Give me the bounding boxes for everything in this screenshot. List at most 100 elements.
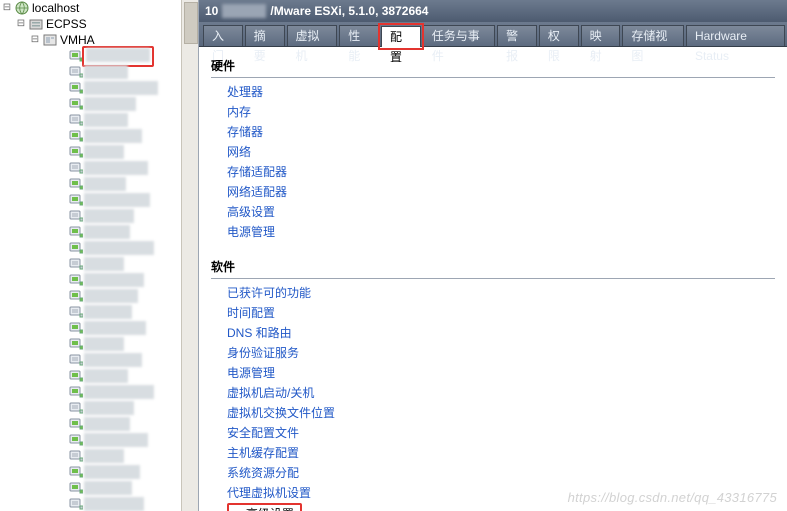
config-link[interactable]: 虚拟机交换文件位置 [227,403,775,423]
host-icon [42,33,58,47]
tree-vm-item[interactable] [68,48,182,64]
config-link[interactable]: 虚拟机启动/关机 [227,383,775,403]
tab-summary[interactable]: 摘要 [245,25,285,46]
tab-config[interactable]: 配置 [381,26,421,47]
config-link[interactable]: 网络适配器 [227,182,775,202]
tree-collapse-icon[interactable]: ⊟ [28,32,42,48]
datacenter-icon [28,17,44,31]
software-link-list: 已获许可的功能时间配置DNS 和路由身份验证服务电源管理虚拟机启动/关机虚拟机交… [211,283,775,511]
config-link[interactable]: 代理虚拟机设置 [227,483,775,503]
tree-vm-item[interactable] [68,304,182,320]
tree-vm-item[interactable] [68,432,182,448]
tree-vm-item[interactable] [68,96,182,112]
tree-vm-label-blurred [84,433,148,447]
tree-vm-item[interactable] [68,336,182,352]
tree-vm-label-blurred [84,417,130,431]
tab-alarms[interactable]: 警报 [497,25,537,46]
title-blurred-segment [222,4,266,18]
vm-icon [68,81,84,95]
tree-vm-label-blurred [84,289,138,303]
tree-vm-item[interactable] [68,80,182,96]
vm-icon [68,129,84,143]
tree-vm-item[interactable] [68,144,182,160]
config-content: 硬件 处理器内存存储器网络存储适配器网络适配器高级设置电源管理 软件 已获许可的… [199,47,787,511]
vm-icon [68,97,84,111]
tree-vm-label-blurred [84,481,132,495]
config-link[interactable]: 高级设置 [227,202,775,222]
tree-vm-item[interactable] [68,400,182,416]
tree-vm-item[interactable] [68,496,182,511]
tree-vm-label-blurred [84,65,128,79]
vm-icon [68,369,84,383]
vm-icon [68,289,84,303]
config-link[interactable]: 处理器 [227,82,775,102]
tab-tasks[interactable]: 任务与事件 [423,25,495,46]
tree-collapse-icon[interactable]: ⊟ [14,16,28,32]
config-link-advanced-settings[interactable]: ▶高级设置 [227,503,302,511]
config-link[interactable]: 时间配置 [227,303,775,323]
config-link[interactable]: DNS 和路由 [227,323,775,343]
tree-vm-item[interactable] [68,224,182,240]
tree-root-label: localhost [30,0,79,16]
config-link[interactable]: 电源管理 [227,363,775,383]
tab-vms[interactable]: 虚拟机 [287,25,338,46]
tree-vm-item[interactable] [68,208,182,224]
tree-vm-item[interactable] [68,352,182,368]
tree-vm-item[interactable] [68,112,182,128]
tab-maps[interactable]: 映射 [581,25,621,46]
tree-vm-item[interactable] [68,272,182,288]
config-link[interactable]: 网络 [227,142,775,162]
config-link[interactable]: 电源管理 [227,222,775,242]
tree-scrollbar-thumb[interactable] [184,2,198,44]
tree-datacenter-label: ECPSS [44,16,87,32]
tree-collapse-icon[interactable]: ⊟ [0,0,14,16]
inventory-tree-panel: ⊟ localhost ⊟ ECPSS ⊟ VMHA [0,0,199,511]
tree-vm-item[interactable] [68,160,182,176]
tree-vm-item[interactable] [68,128,182,144]
tree-vm-item[interactable] [68,384,182,400]
vm-icon [68,481,84,495]
config-link[interactable]: 安全配置文件 [227,423,775,443]
tree-vm-label-blurred [84,273,144,287]
tree-vm-label-blurred [84,145,124,159]
tree-vm-label-blurred [84,465,140,479]
tree-vm-item[interactable] [68,480,182,496]
config-link[interactable]: 已获许可的功能 [227,283,775,303]
config-link[interactable]: 存储器 [227,122,775,142]
tree-vm-item[interactable] [68,368,182,384]
tree-vm-item[interactable] [68,240,182,256]
config-link[interactable]: 系统资源分配 [227,463,775,483]
tab-perf[interactable]: 性能 [339,25,379,46]
vm-icon [68,449,84,463]
tree-vm-item[interactable] [68,176,182,192]
tree-row-root[interactable]: ⊟ localhost [0,0,182,16]
vm-icon [68,433,84,447]
tree-vm-item[interactable] [68,256,182,272]
tab-storeview[interactable]: 存储视图 [622,25,684,46]
tree-vm-item[interactable] [68,64,182,80]
tab-getting[interactable]: 入门 [203,25,243,46]
vm-icon [68,497,84,511]
tree-vm-label-blurred [84,321,146,335]
tree-vm-item[interactable] [68,464,182,480]
vm-icon [68,257,84,271]
tab-perm[interactable]: 权限 [539,25,579,46]
tree-vm-label-blurred [84,81,158,95]
config-link[interactable]: 身份验证服务 [227,343,775,363]
tree-vm-item[interactable] [68,416,182,432]
config-link[interactable]: 主机缓存配置 [227,443,775,463]
tree-scrollbar[interactable] [181,0,198,511]
vm-icon [68,353,84,367]
config-link[interactable]: 内存 [227,102,775,122]
vm-icon [68,209,84,223]
tree-vm-item[interactable] [68,320,182,336]
tree-vm-label-blurred [84,369,128,383]
config-link[interactable]: 存储适配器 [227,162,775,182]
tree-vm-item[interactable] [68,192,182,208]
tree-vm-list [68,48,182,511]
tree-vm-item[interactable] [68,288,182,304]
tab-hw[interactable]: Hardware Status [686,25,785,46]
tree-vm-item[interactable] [68,448,182,464]
tree-vm-label-blurred [84,385,154,399]
tree-row-datacenter[interactable]: ⊟ ECPSS [0,16,182,32]
